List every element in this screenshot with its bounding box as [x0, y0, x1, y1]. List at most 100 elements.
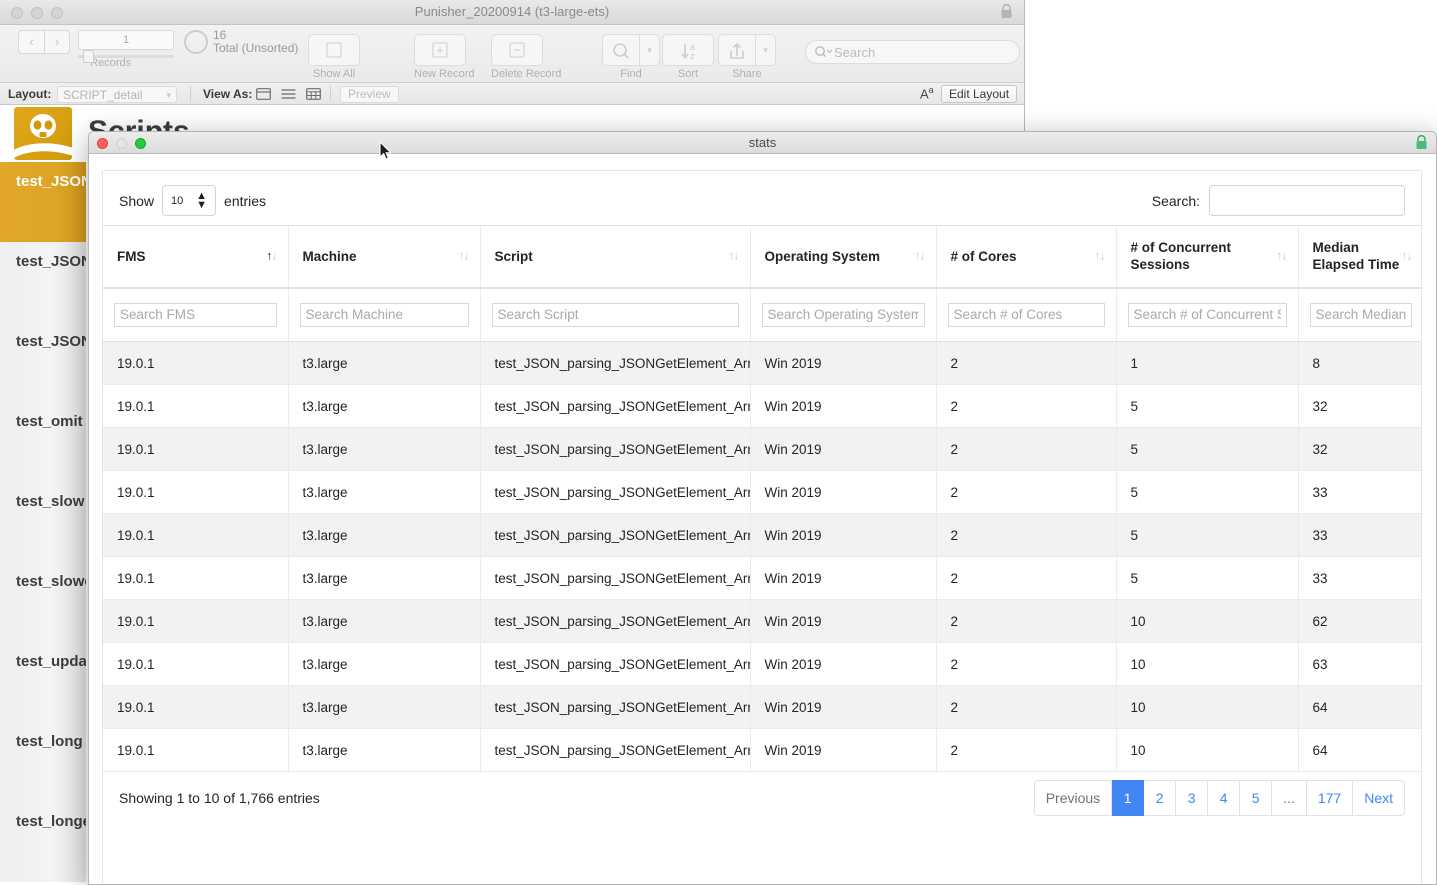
- pagination-button[interactable]: 5: [1240, 780, 1273, 816]
- preview-button[interactable]: Preview: [340, 86, 399, 103]
- global-search-input[interactable]: [1209, 185, 1405, 216]
- column-search-input[interactable]: [1127, 302, 1287, 327]
- record-slider-thumb[interactable]: [83, 50, 94, 63]
- datatable-length-control: Show 10 ▲ ▼ entries: [119, 185, 266, 216]
- script-list-item[interactable]: test_update: [0, 642, 86, 722]
- column-search-input[interactable]: [491, 302, 739, 327]
- table-row[interactable]: 19.0.1 t3.large test_JSON_parsing_JSONGetE…: [103, 685, 1421, 729]
- table-row[interactable]: 19.0.1 t3.large test_JSON_parsing_JSONGetE…: [103, 556, 1421, 600]
- table-row[interactable]: 19.0.1 t3.large test_JSON_parsing_JSONGetE…: [103, 513, 1421, 557]
- column-header-median-elapsed-time[interactable]: Median Elapsed Time ↑↓: [1298, 225, 1421, 289]
- table-cell: 62: [1298, 599, 1421, 643]
- sort-arrows-icon[interactable]: ↑↓: [1095, 248, 1106, 265]
- table-row[interactable]: 19.0.1 t3.large test_JSON_parsing_JSONGetE…: [103, 470, 1421, 514]
- find-label: Find: [620, 68, 642, 80]
- column-header-of-concurrent-sessions[interactable]: # of Concurrent Sessions ↑↓: [1116, 225, 1299, 289]
- table-cell: 1: [1116, 341, 1299, 385]
- record-index-field[interactable]: 1: [78, 30, 174, 50]
- find-chevron-down-icon[interactable]: ▾: [639, 35, 659, 65]
- column-header-of-cores[interactable]: # of Cores ↑↓: [936, 225, 1117, 289]
- view-as-form-icon[interactable]: [256, 88, 271, 103]
- filemaker-layout-bar: Layout: SCRIPT_detail ▾ View As: Preview…: [0, 83, 1024, 105]
- pagination-button[interactable]: 177: [1306, 780, 1354, 816]
- table-row[interactable]: 19.0.1 t3.large test_JSON_parsing_JSONGetE…: [103, 599, 1421, 643]
- script-list-item[interactable]: test_slower: [0, 562, 86, 642]
- script-list-item[interactable]: test_slow: [0, 482, 86, 562]
- layout-select-value: SCRIPT_detail: [63, 88, 143, 102]
- delete-record-group[interactable]: − Delete Record: [491, 34, 561, 80]
- sort-arrows-icon[interactable]: ↑↓: [267, 248, 278, 265]
- column-search-input[interactable]: [947, 302, 1105, 327]
- table-cell: 2: [936, 642, 1117, 686]
- new-record-group[interactable]: + New Record: [414, 34, 475, 80]
- show-all-group[interactable]: Show All: [308, 34, 360, 80]
- lock-icon-green: [1415, 134, 1428, 150]
- column-search-input[interactable]: [114, 302, 277, 327]
- pagination-button[interactable]: Next: [1353, 780, 1405, 816]
- table-row[interactable]: 19.0.1 t3.large test_JSON_parsing_JSONGetE…: [103, 384, 1421, 428]
- column-search-input[interactable]: [299, 302, 469, 327]
- pagination-button[interactable]: 1: [1112, 780, 1145, 816]
- quick-search-group[interactable]: Search: [805, 40, 1020, 64]
- share-icon[interactable]: [719, 35, 755, 65]
- share-button[interactable]: ▾: [718, 34, 776, 66]
- column-header-fms[interactable]: FMS ↑↓: [103, 225, 289, 289]
- pagination-button[interactable]: Previous: [1033, 780, 1113, 816]
- delete-record-button[interactable]: −: [491, 34, 543, 66]
- quick-search-input[interactable]: Search: [805, 40, 1020, 64]
- next-record-button[interactable]: ›: [44, 31, 69, 53]
- table-row[interactable]: 19.0.1 t3.large test_JSON_parsing_JSONGetE…: [103, 642, 1421, 686]
- column-search-input[interactable]: [761, 302, 925, 327]
- view-as-list-icon[interactable]: [281, 88, 296, 103]
- pagination-button[interactable]: 3: [1176, 780, 1209, 816]
- stats-table-head: FMS ↑↓ Machine ↑↓ Script ↑↓ Operating System ↑↓…: [103, 225, 1421, 342]
- sort-arrows-icon[interactable]: ↑↓: [729, 248, 740, 265]
- table-cell: Win 2019: [750, 470, 937, 514]
- column-search-input[interactable]: [1309, 302, 1412, 327]
- column-header-operating-system[interactable]: Operating System ↑↓: [750, 225, 937, 289]
- datatable-pagination: Previous 1 2 3 4 5... 177 Next: [1033, 780, 1405, 816]
- script-list-item[interactable]: test_JSON_parsing_JSONGetElement_Array: [0, 162, 86, 242]
- column-header-machine[interactable]: Machine ↑↓: [288, 225, 481, 289]
- sort-arrows-icon[interactable]: ↑↓: [1277, 248, 1288, 265]
- table-cell: 2: [936, 685, 1117, 729]
- previous-record-button[interactable]: ‹: [19, 31, 44, 53]
- datatable-info: Showing 1 to 10 of 1,766 entries: [119, 790, 320, 806]
- table-cell: 5: [1116, 513, 1299, 557]
- script-list-item[interactable]: test_longer: [0, 802, 86, 882]
- table-row[interactable]: 19.0.1 t3.large test_JSON_parsing_JSONGetE…: [103, 341, 1421, 385]
- pagination-button[interactable]: 4: [1208, 780, 1241, 816]
- pagination-button[interactable]: 2: [1144, 780, 1177, 816]
- script-list-item[interactable]: test_JSON_parsing_JSONGetElement_Object: [0, 242, 86, 322]
- table-row[interactable]: 19.0.1 t3.large test_JSON_parsing_JSONGetE…: [103, 728, 1421, 772]
- script-list-item[interactable]: test_omit: [0, 402, 86, 482]
- datatable-global-filter: Search:: [1152, 185, 1405, 216]
- new-record-button[interactable]: +: [414, 34, 466, 66]
- text-format-icon[interactable]: Aa: [920, 85, 934, 101]
- find-group[interactable]: ▾ Find: [602, 34, 660, 80]
- share-chevron-down-icon[interactable]: ▾: [755, 35, 775, 65]
- script-list-item[interactable]: test_JSON_parsing_JSONGetElement_Nested: [0, 322, 86, 402]
- view-as-table-icon[interactable]: [306, 88, 321, 103]
- share-group[interactable]: ▾ Share: [718, 34, 776, 80]
- share-label: Share: [732, 68, 762, 80]
- edit-layout-button[interactable]: Edit Layout: [941, 85, 1018, 103]
- sort-arrows-icon[interactable]: ↑↓: [459, 248, 470, 265]
- table-cell: test_JSON_parsing_JSONGetElement_Array: [480, 427, 751, 471]
- show-all-button[interactable]: [308, 34, 360, 66]
- pagination-button[interactable]: ...: [1272, 780, 1307, 816]
- table-row[interactable]: 19.0.1 t3.large test_JSON_parsing_JSONGetE…: [103, 427, 1421, 471]
- script-list-item[interactable]: test_long: [0, 722, 86, 802]
- sort-button[interactable]: a z: [662, 34, 714, 66]
- sort-arrows-icon[interactable]: ↑↓: [915, 248, 926, 265]
- layout-select[interactable]: SCRIPT_detail ▾: [57, 86, 177, 103]
- sort-arrows-icon[interactable]: ↑↓: [1402, 248, 1413, 265]
- record-slider[interactable]: 1: [78, 30, 174, 63]
- entries-per-page-select[interactable]: 10 ▲ ▼: [162, 185, 217, 216]
- column-header-script[interactable]: Script ↑↓: [480, 225, 751, 289]
- find-icon[interactable]: [603, 35, 639, 65]
- sort-az-icon: a z: [681, 42, 695, 61]
- sort-group[interactable]: a z Sort: [662, 34, 714, 80]
- find-button[interactable]: ▾: [602, 34, 660, 66]
- record-nav-buttons[interactable]: ‹ ›: [18, 30, 70, 54]
